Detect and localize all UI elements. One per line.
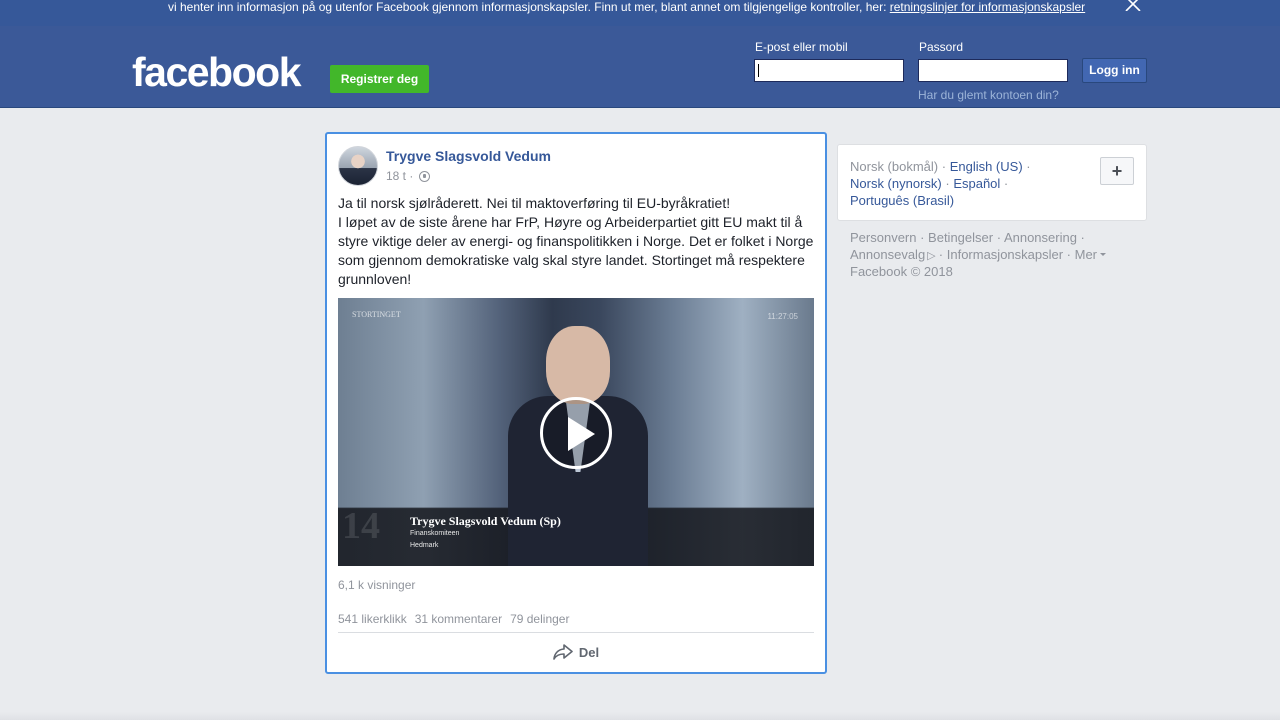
- login-button[interactable]: Logg inn: [1082, 58, 1147, 83]
- language-norsk-nynorsk[interactable]: Norsk (nynorsk): [850, 176, 942, 191]
- language-portugues-brasil[interactable]: Português (Brasil): [850, 193, 954, 208]
- play-icon[interactable]: [540, 397, 612, 469]
- cookie-banner: vi henter inn informasjon på og utenfor …: [0, 0, 1280, 26]
- post-text: Ja til norsk sjølråderett. Nei til makto…: [338, 194, 818, 289]
- language-list: Norsk (bokmål) · English (US) · Norsk (n…: [850, 159, 1031, 208]
- video-caption-region: Hedmark: [410, 542, 439, 549]
- register-button[interactable]: Registrer deg: [330, 65, 429, 93]
- engagement-counts: 541 likerklikk 31 kommentarer 79 delinge…: [338, 612, 569, 626]
- video-caption-name: Trygve Slagsvold Vedum (Sp): [410, 514, 561, 528]
- password-label: Passord: [919, 40, 964, 54]
- post-divider: [338, 632, 814, 633]
- copyright: Facebook © 2018: [850, 264, 953, 279]
- top-header: facebook Registrer deg E-post eller mobi…: [0, 26, 1280, 108]
- video-channel-number: 14: [342, 505, 380, 547]
- footer-link-annonsevalg[interactable]: Annonsevalg: [850, 247, 925, 262]
- language-english-us[interactable]: English (US): [950, 159, 1023, 174]
- language-current: Norsk (bokmål): [850, 159, 939, 174]
- footer-link-annonsering[interactable]: Annonsering: [1004, 230, 1077, 245]
- share-button[interactable]: Del: [338, 636, 814, 668]
- footer-link-informasjonskapsler[interactable]: Informasjonskapsler: [947, 247, 1063, 262]
- globe-icon: [419, 170, 431, 182]
- video-watermark: STORTINGET: [352, 310, 401, 319]
- facebook-logo[interactable]: facebook: [132, 48, 302, 96]
- comments-count[interactable]: 31 kommentarer: [415, 612, 502, 626]
- share-icon: [553, 644, 573, 660]
- chevron-down-icon[interactable]: [1100, 253, 1107, 256]
- footer-links: Personvern · Betingelser · Annonsering ·…: [850, 229, 1130, 280]
- cookie-banner-text: vi henter inn informasjon på og utenfor …: [168, 0, 1085, 14]
- shares-count[interactable]: 79 delinger: [510, 612, 569, 626]
- post-author[interactable]: Trygve Slagsvold Vedum: [386, 148, 551, 164]
- video-views: 6,1 k visninger: [338, 578, 416, 592]
- close-icon[interactable]: [1124, 0, 1142, 11]
- language-espanol[interactable]: Español: [953, 176, 1000, 191]
- video-timestamp: 11:27:05: [767, 312, 798, 321]
- cookie-policy-link[interactable]: retningslinjer for informasjonskapsler: [890, 0, 1085, 14]
- language-selector: Norsk (bokmål) · English (US) · Norsk (n…: [837, 144, 1147, 221]
- forgot-account-link[interactable]: Har du glemt kontoen din?: [918, 88, 1059, 102]
- bottom-shadow: [0, 712, 1280, 720]
- password-field[interactable]: [918, 59, 1068, 82]
- share-label: Del: [578, 644, 600, 660]
- post-meta: 18 t ·: [386, 169, 431, 183]
- footer-link-personvern[interactable]: Personvern: [850, 230, 916, 245]
- cookie-banner-message: vi henter inn informasjon på og utenfor …: [168, 0, 890, 14]
- footer-link-betingelser[interactable]: Betingelser: [928, 230, 993, 245]
- likes-count[interactable]: 541 likerklikk: [338, 612, 407, 626]
- video-speaker-head: [546, 326, 610, 404]
- email-label: E-post eller mobil: [755, 40, 848, 54]
- post-text-line1: Ja til norsk sjølråderett. Nei til makto…: [338, 195, 731, 211]
- post-text-line2: I løpet av de siste årene har FrP, Høyre…: [338, 214, 814, 287]
- email-field[interactable]: [754, 59, 904, 82]
- add-language-button[interactable]: +: [1100, 157, 1134, 185]
- post-card: Trygve Slagsvold Vedum 18 t · Ja til nor…: [325, 132, 827, 674]
- footer-link-mer[interactable]: Mer: [1075, 247, 1097, 262]
- video-caption-role: Finanskomiteen: [410, 530, 460, 537]
- video-player[interactable]: STORTINGET 11:27:05 14 Trygve Slagsvold …: [338, 298, 814, 566]
- avatar[interactable]: [338, 146, 378, 186]
- post-timestamp[interactable]: 18 t ·: [386, 169, 413, 183]
